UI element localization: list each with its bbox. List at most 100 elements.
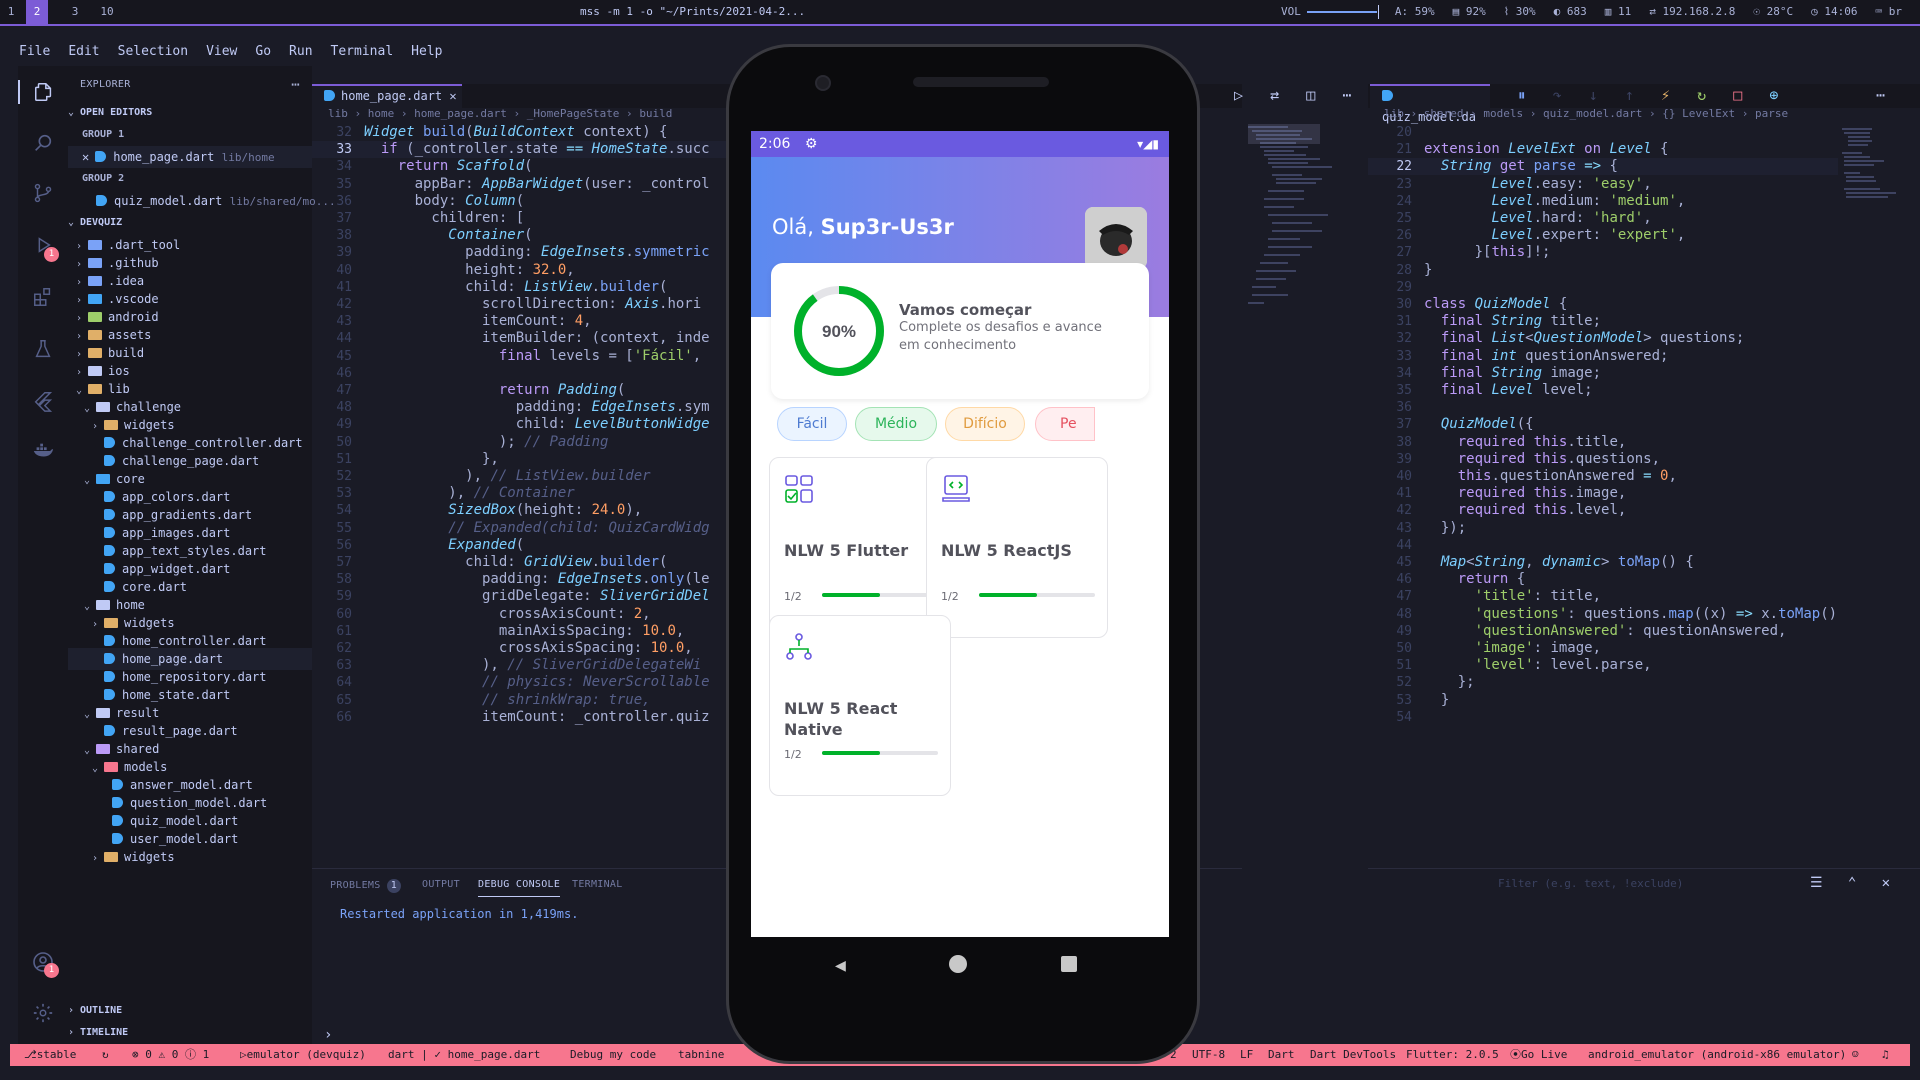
open-editors-section[interactable]: ⌄ OPEN EDITORS <box>68 102 312 124</box>
list-icon[interactable]: ☰ <box>1810 875 1823 891</box>
devtools-status[interactable]: Dart DevTools <box>1310 1044 1396 1066</box>
more-icon[interactable]: ⋯ <box>1342 86 1351 104</box>
breadcrumb-item[interactable]: home_page.dart <box>414 107 507 120</box>
search-icon[interactable] <box>31 132 55 156</box>
language-status[interactable]: Dart <box>1268 1044 1295 1066</box>
tree-item-label: core.dart <box>122 580 188 594</box>
close-tab-icon[interactable]: ✕ <box>449 89 456 103</box>
tab-debug-console[interactable]: DEBUG CONSOLE <box>478 879 561 897</box>
flutter-version-status[interactable]: Flutter: 2.0.5 <box>1406 1044 1499 1066</box>
menu-file[interactable]: File <box>10 44 59 66</box>
breadcrumb-item[interactable]: home <box>368 107 395 120</box>
run-icon[interactable]: ▷ <box>1234 86 1243 104</box>
split-editor-icon[interactable]: ◫ <box>1306 86 1315 104</box>
menu-help[interactable]: Help <box>402 44 451 66</box>
emulator-status[interactable]: ▷ emulator (devquiz) <box>240 1044 366 1066</box>
open-editor-quiz-model[interactable]: quiz_model.dart lib/shared/mo... <box>68 190 336 212</box>
menu-terminal[interactable]: Terminal <box>322 44 403 66</box>
menu-go[interactable]: Go <box>246 44 280 66</box>
breadcrumb-item[interactable]: parse <box>1755 107 1788 120</box>
dart-file-status[interactable]: dart | ✓ home_page.dart <box>388 1044 540 1066</box>
console-prompt-chevron-icon[interactable]: › <box>324 1027 332 1043</box>
more-icon[interactable]: ⋯ <box>1876 86 1885 104</box>
eol-status[interactable]: LF <box>1240 1044 1253 1066</box>
volume-indicator[interactable]: VOL <box>1281 0 1379 24</box>
workspace-10[interactable]: 10 <box>96 0 118 24</box>
breadcrumb-item[interactable]: shared <box>1424 107 1464 120</box>
tab-problems-label: PROBLEMS <box>330 880 381 891</box>
workspace-2[interactable]: 2 <box>26 0 48 24</box>
console-filter-input[interactable]: Filter (e.g. text, !exclude) <box>1498 877 1683 890</box>
feedback-icon[interactable]: ☺ <box>1852 1044 1859 1066</box>
docker-icon[interactable] <box>31 440 55 464</box>
chevron-up-icon[interactable]: ⌃ <box>1848 875 1856 891</box>
notifications-bell-icon[interactable]: ♫ <box>1882 1044 1889 1066</box>
code-editor-right[interactable]: 20 21 extension LevelExt on Level {22 Stri… <box>1368 124 1838 866</box>
source-control-icon[interactable] <box>31 182 55 206</box>
minimap-right[interactable] <box>1840 124 1910 244</box>
level-button[interactable]: Fácil <box>777 407 847 441</box>
outline-section[interactable]: › OUTLINE <box>68 1000 312 1022</box>
tab-output[interactable]: OUTPUT <box>422 879 460 890</box>
branch-status[interactable]: ⎇ stable <box>24 1044 76 1066</box>
tree-folder[interactable]: › widgets <box>68 846 312 868</box>
level-button[interactable]: Pe <box>1035 407 1095 441</box>
open-editor-home-page[interactable]: ✕ home_page.dart lib/home <box>68 146 312 168</box>
close-panel-icon[interactable]: ✕ <box>1882 875 1890 891</box>
breadcrumb-item[interactable]: lib <box>1384 107 1404 120</box>
run-debug-icon[interactable]: 1 <box>31 234 59 262</box>
sync-icon[interactable]: ↻ <box>102 1044 109 1066</box>
encoding-status[interactable]: UTF-8 <box>1192 1044 1225 1066</box>
workspace-3[interactable]: 3 <box>64 0 86 24</box>
quiz-card[interactable]: NLW 5 Flutter 1/2 <box>769 457 951 638</box>
debug-my-code-status[interactable]: Debug my code <box>570 1044 656 1066</box>
step-over-icon[interactable]: ↷ <box>1553 86 1562 104</box>
close-icon[interactable]: ✕ <box>82 150 89 164</box>
level-button[interactable]: Médio <box>855 407 937 441</box>
avatar[interactable] <box>1085 207 1147 269</box>
compare-icon[interactable]: ⇄ <box>1270 86 1279 104</box>
home-icon[interactable] <box>949 955 967 973</box>
stop-icon[interactable]: □ <box>1733 86 1742 104</box>
inspect-icon[interactable]: ⊕ <box>1769 86 1778 104</box>
step-out-icon[interactable]: ↑ <box>1625 86 1634 104</box>
menu-edit[interactable]: Edit <box>59 44 108 66</box>
back-icon[interactable]: ◀ <box>835 955 846 976</box>
step-into-icon[interactable]: ↓ <box>1589 86 1598 104</box>
quiz-card[interactable]: NLW 5 ReactJS 1/2 <box>926 457 1108 638</box>
tab-problems[interactable]: PROBLEMS 1 <box>330 879 401 893</box>
workspace-1[interactable]: 1 <box>0 0 22 24</box>
volume-bar[interactable] <box>1306 5 1379 19</box>
tabnine-status[interactable]: tabnine <box>678 1044 724 1066</box>
menu-selection[interactable]: Selection <box>109 44 197 66</box>
testing-flask-icon[interactable] <box>31 338 55 362</box>
hot-reload-icon[interactable]: ⚡ <box>1661 86 1670 104</box>
breadcrumb-item[interactable]: _HomePageState <box>527 107 620 120</box>
tab-terminal[interactable]: TERMINAL <box>572 879 623 890</box>
level-button[interactable]: Difício <box>945 407 1025 441</box>
breadcrumb-item[interactable]: models <box>1483 107 1523 120</box>
settings-gear-icon[interactable] <box>31 1002 55 1026</box>
code-editor-left[interactable]: 32 Widget build(BuildContext context) {33… <box>312 124 726 866</box>
breadcrumb-item[interactable]: build <box>639 107 672 120</box>
problems-status[interactable]: ⊗ 0 ⚠ 0 ⓘ 1 <box>132 1044 209 1066</box>
breadcrumb-item[interactable]: lib <box>328 107 348 120</box>
go-live-status[interactable]: ⦿ Go Live <box>1510 1044 1567 1066</box>
breadcrumb-item[interactable]: {} LevelExt <box>1662 107 1735 120</box>
recents-icon[interactable] <box>1061 956 1077 972</box>
timeline-section[interactable]: › TIMELINE <box>68 1022 312 1044</box>
breadcrumb-item[interactable]: quiz_model.dart <box>1543 107 1642 120</box>
menu-run[interactable]: Run <box>280 44 321 66</box>
more-actions-icon[interactable]: ⋯ <box>291 66 300 104</box>
menu-view[interactable]: View <box>197 44 246 66</box>
pause-icon[interactable]: ⏸ <box>1518 86 1526 104</box>
device-status[interactable]: android_emulator (android-x86 emulator) <box>1588 1044 1846 1066</box>
restart-icon[interactable]: ↻ <box>1697 86 1706 104</box>
project-section-devquiz[interactable]: ⌄ DEVQUIZ <box>68 212 312 234</box>
flutter-icon[interactable] <box>31 390 55 414</box>
explorer-icon[interactable] <box>18 80 68 104</box>
extensions-icon[interactable] <box>31 286 55 310</box>
account-icon[interactable]: 1 <box>31 950 59 978</box>
quiz-card[interactable]: NLW 5 React Native 1/2 <box>769 615 951 796</box>
minimap-left[interactable] <box>1246 124 1366 344</box>
